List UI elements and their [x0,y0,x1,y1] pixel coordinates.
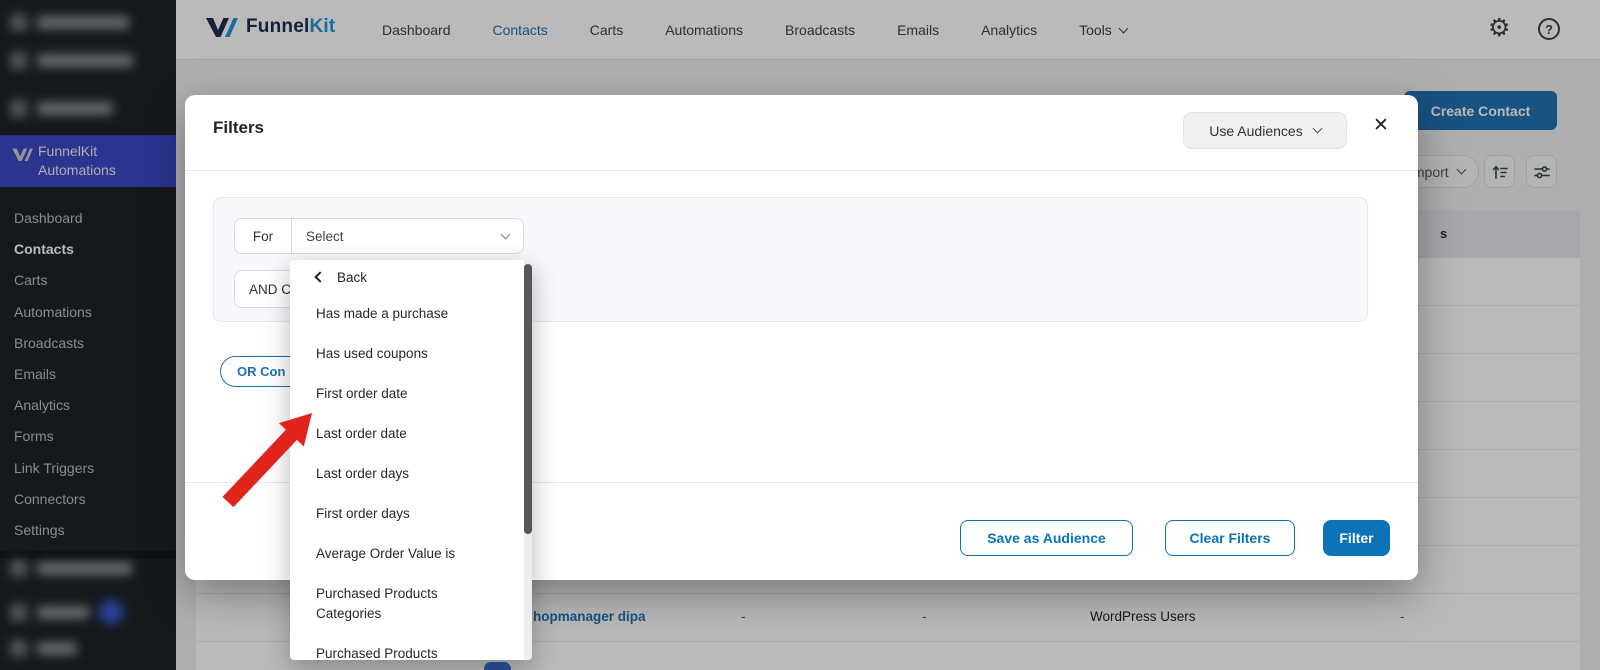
for-label: For [235,219,292,253]
save-as-audience-button[interactable]: Save as Audience [960,520,1133,556]
red-annotation-arrow [222,413,312,508]
filter-options-dropdown: Back Has made a purchase Has used coupon… [290,260,532,660]
chevron-left-icon [314,271,326,283]
scrollbar-thumb[interactable] [524,264,532,534]
modal-title: Filters [213,118,265,137]
dropdown-item-has-used-coupons[interactable]: Has used coupons [290,334,460,374]
divider [185,170,1418,171]
select-value: Select [306,228,344,244]
close-icon[interactable]: ✕ [1373,116,1389,135]
filter-button[interactable]: Filter [1323,520,1390,556]
filter-field-select[interactable]: For Select [234,218,524,254]
screen: FunnelKit Automations Dashboard Contacts… [0,0,1600,670]
dropdown-item-purchased-products-tags[interactable]: Purchased Products Tags [290,634,460,660]
clear-filters-button[interactable]: Clear Filters [1165,520,1295,556]
chevron-down-icon [1312,123,1323,134]
dropdown-item-has-made-a-purchase[interactable]: Has made a purchase [290,294,460,334]
use-audiences-button[interactable]: Use Audiences [1183,112,1347,149]
dropdown-item-purchased-products-categories[interactable]: Purchased Products Categories [290,574,460,634]
dropdown-item-average-order-value[interactable]: Average Order Value is [290,534,460,574]
chevron-down-icon [500,229,511,239]
dropdown-back-item[interactable]: Back [290,260,532,294]
dropdown-scrollbar[interactable] [524,260,532,660]
